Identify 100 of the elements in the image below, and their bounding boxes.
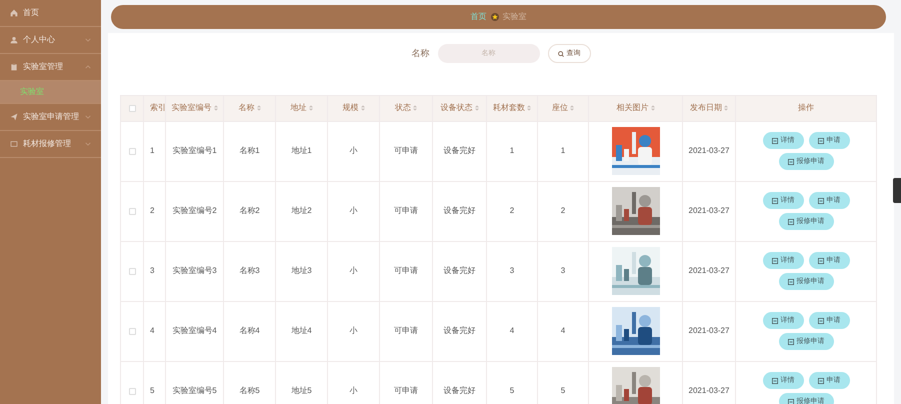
column-header: 操作 [798, 102, 814, 114]
row-checkbox[interactable] [128, 328, 136, 335]
select-all-checkbox[interactable] [128, 104, 136, 112]
table-cell: 2021-03-27 [688, 146, 730, 156]
home-icon [10, 9, 18, 17]
column-header[interactable]: 状态 [395, 102, 417, 114]
chevron-icon [85, 141, 91, 147]
sort-icon[interactable] [650, 105, 654, 112]
table-cell: 4 [560, 326, 566, 336]
column-header[interactable]: 相关图片 [616, 102, 654, 114]
document-icon [818, 258, 824, 264]
table-cell: 设备完好 [444, 386, 476, 396]
table-cell: 3 [150, 266, 154, 276]
document-icon [772, 198, 778, 204]
breadcrumb-link[interactable]: 实验室 [502, 11, 526, 23]
table-cell: 地址1 [291, 146, 312, 156]
column-header[interactable]: 地址 [290, 102, 312, 114]
chevron-icon [85, 114, 91, 120]
table-cell: 可申请 [394, 266, 418, 276]
document-icon [788, 398, 794, 404]
table-cell: 小 [350, 386, 358, 396]
row-checkbox[interactable] [128, 148, 136, 155]
sidebar-item[interactable]: 耗材报修管理 [0, 131, 101, 158]
table-cell: 可申请 [394, 146, 418, 156]
table-cell: 地址2 [291, 206, 312, 216]
table-cell: 小 [350, 206, 358, 216]
sort-icon[interactable] [214, 105, 218, 112]
sidebar-item[interactable]: 首页 [0, 0, 101, 27]
sort-icon[interactable] [360, 105, 364, 112]
document-icon [818, 318, 824, 324]
column-header[interactable]: 规模 [342, 102, 364, 114]
table-cell: 设备完好 [444, 206, 476, 216]
column-header[interactable]: 名称 [238, 102, 260, 114]
chevron-icon [85, 37, 91, 43]
sort-icon[interactable] [724, 105, 728, 112]
search-icon [558, 50, 564, 57]
table-cell: 名称2 [239, 206, 260, 216]
table-cell: 实验室编号1 [172, 146, 217, 156]
chevron-icon [85, 64, 91, 70]
table-cell: 设备完好 [444, 266, 476, 276]
table-cell: 小 [350, 266, 358, 276]
sort-icon[interactable] [308, 105, 312, 112]
table-cell: 2021-03-27 [688, 326, 730, 336]
user-icon [10, 36, 18, 44]
side-toggle[interactable] [893, 178, 901, 203]
table-cell: 2 [510, 206, 514, 216]
document-icon [788, 218, 794, 225]
table-cell: 名称1 [239, 146, 260, 156]
row-checkbox[interactable] [128, 208, 136, 215]
clipboard-icon [10, 63, 18, 71]
table-cell: 名称4 [239, 326, 260, 336]
document-icon [772, 378, 778, 384]
square-icon [10, 140, 18, 148]
document-icon [772, 138, 778, 144]
table-cell: 实验室编号4 [172, 326, 217, 336]
table-cell: 5 [560, 386, 566, 396]
document-icon [788, 338, 794, 345]
row-checkbox[interactable] [128, 388, 136, 395]
document-icon [818, 198, 824, 204]
sidebar-item[interactable]: 个人中心 [0, 27, 101, 54]
search-label: 名称 [412, 47, 430, 60]
row-checkbox[interactable] [128, 268, 136, 275]
table-cell: 可申请 [394, 326, 418, 336]
star-icon [490, 13, 498, 21]
table-cell: 5 [510, 386, 514, 396]
table-cell: 5 [150, 386, 154, 396]
table-cell: 1 [150, 146, 154, 156]
table-cell: 实验室编号5 [172, 386, 217, 396]
table-cell: 地址4 [291, 326, 312, 336]
table-cell: 地址5 [291, 386, 312, 396]
document-icon [788, 158, 794, 165]
table-cell: 4 [510, 326, 514, 336]
sidebar-item[interactable]: 实验室申请管理 [0, 104, 101, 131]
sort-icon[interactable] [570, 105, 574, 112]
paper-plane-icon [10, 113, 18, 121]
table-cell: 2021-03-27 [688, 206, 730, 216]
sort-icon[interactable] [527, 105, 531, 112]
table-cell: 3 [560, 266, 566, 276]
sort-icon[interactable] [413, 105, 417, 112]
document-icon [818, 378, 824, 384]
table-cell: 小 [350, 326, 358, 336]
table-cell: 实验室编号3 [172, 266, 217, 276]
breadcrumb-link[interactable]: 首页 [470, 11, 486, 23]
table-cell: 名称3 [239, 266, 260, 276]
table-cell: 4 [150, 326, 154, 336]
table-cell: 设备完好 [444, 326, 476, 336]
table-cell: 3 [510, 266, 514, 276]
sort-icon[interactable] [256, 105, 260, 112]
document-icon [772, 318, 778, 324]
table-cell: 2021-03-27 [688, 386, 730, 396]
table-cell: 2 [560, 206, 566, 216]
column-header: 索引 [150, 102, 166, 114]
document-icon [818, 138, 824, 144]
table-cell: 小 [350, 146, 358, 156]
sort-icon[interactable] [474, 105, 478, 112]
table-cell: 名称5 [239, 386, 260, 396]
table-cell: 可申请 [394, 206, 418, 216]
table-cell: 1 [560, 146, 566, 156]
table-cell: 地址3 [291, 266, 312, 276]
document-icon [788, 278, 794, 285]
